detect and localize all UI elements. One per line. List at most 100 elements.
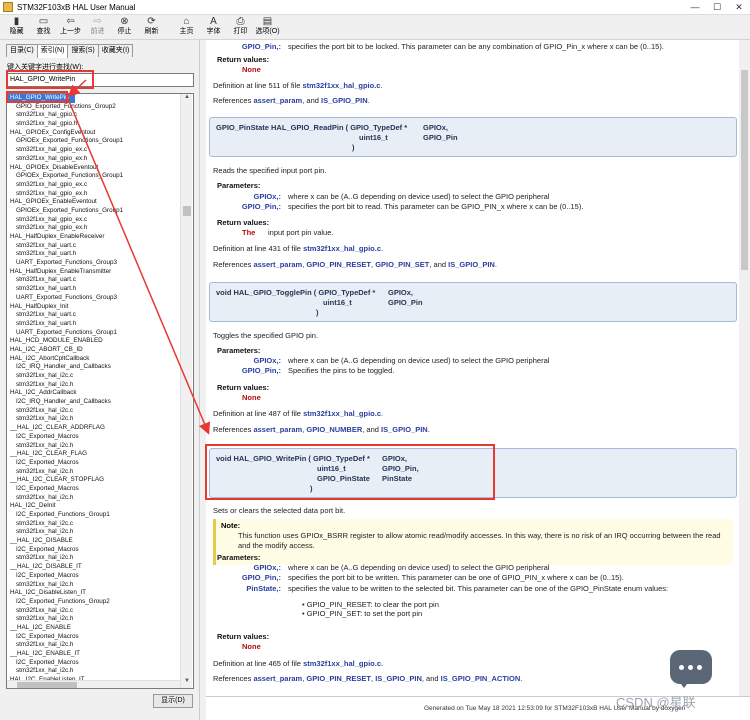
hscroll-thumb[interactable] xyxy=(17,682,77,688)
index-list-item[interactable]: UART_Exported_Functions_Group3 xyxy=(7,294,193,303)
index-list-item[interactable]: UART_Exported_Functions_Group1 xyxy=(7,329,193,338)
index-list-item[interactable]: stm32f1xx_hal_uart.c xyxy=(7,276,193,285)
tab-contents[interactable]: 目录(C) xyxy=(6,44,38,57)
index-list-item[interactable]: stm32f1xx_hal_i2c.h xyxy=(7,494,193,503)
index-list-item[interactable]: stm32f1xx_hal_i2c.h xyxy=(7,581,193,590)
index-list-item[interactable]: I2C_Exported_Macros xyxy=(7,459,193,468)
toolbar-button-1[interactable]: ▭ 查找 xyxy=(30,15,57,40)
content-scroll-thumb[interactable] xyxy=(741,70,748,270)
ref-link[interactable]: GPIO_PIN_RESET xyxy=(306,260,371,269)
tab-favorites[interactable]: 收藏夹(I) xyxy=(97,44,134,57)
index-list-item[interactable]: stm32f1xx_hal_i2c.h xyxy=(7,442,193,451)
index-list-item[interactable]: stm32f1xx_hal_uart.c xyxy=(7,311,193,320)
index-list-item[interactable]: stm32f1xx_hal_gpio.c xyxy=(7,111,193,120)
index-list-item[interactable]: HAL_I2C_DeInit xyxy=(7,502,193,511)
toolbar-button-3[interactable]: ⇨ 前进 xyxy=(84,15,111,40)
toolbar-button-6[interactable]: ⌂ 主页 xyxy=(173,15,200,40)
ref-link[interactable]: assert_param xyxy=(253,674,302,683)
index-list-item[interactable]: __HAL_I2C_DISABLE xyxy=(7,537,193,546)
index-list-item[interactable]: stm32f1xx_hal_i2c.h xyxy=(7,554,193,563)
index-list-item[interactable]: stm32f1xx_hal_i2c.h xyxy=(7,381,193,390)
ref-link[interactable]: assert_param xyxy=(253,96,302,105)
tab-search[interactable]: 搜索(S) xyxy=(67,44,99,57)
index-list-item[interactable]: stm32f1xx_hal_i2c.c xyxy=(7,520,193,529)
index-list-item[interactable]: HAL_I2C_AbortCpltCallback xyxy=(7,355,193,364)
index-list-item[interactable]: I2C_Exported_Macros xyxy=(7,572,193,581)
show-button[interactable]: 显示(D) xyxy=(153,694,193,708)
def-file-link[interactable]: stm32f1xx_hal_gpio.c xyxy=(303,659,381,668)
index-list-item[interactable]: stm32f1xx_hal_i2c.h xyxy=(7,528,193,537)
scroll-thumb[interactable] xyxy=(183,206,191,216)
index-list-item[interactable]: stm32f1xx_hal_gpio_ex.h xyxy=(7,155,193,164)
index-list-item[interactable]: stm32f1xx_hal_gpio_ex.c xyxy=(7,181,193,190)
index-list-item[interactable]: HAL_GPIOEx_EnableEventout xyxy=(7,198,193,207)
index-list-item[interactable]: I2C_Exported_Macros xyxy=(7,633,193,642)
index-list-item[interactable]: GPIOEx_Exported_Functions_Group1 xyxy=(7,137,193,146)
index-list-item[interactable]: __HAL_I2C_CLEAR_FLAG xyxy=(7,450,193,459)
toolbar-button-9[interactable]: ▤ 选项(O) xyxy=(254,15,281,40)
index-list-item[interactable]: I2C_IRQ_Handler_and_Callbacks xyxy=(7,363,193,372)
index-list-item[interactable]: HAL_I2C_AddrCallback xyxy=(7,389,193,398)
index-list-item[interactable]: I2C_Exported_Functions_Group1 xyxy=(7,511,193,520)
index-list-item[interactable]: I2C_Exported_Macros xyxy=(7,659,193,668)
tab-index[interactable]: 索引(N) xyxy=(36,44,69,58)
index-list-item[interactable]: GPIOEx_Exported_Functions_Group1 xyxy=(7,207,193,216)
def-file-link[interactable]: stm32f1xx_hal_gpio.c xyxy=(303,81,381,90)
ref-link[interactable]: IS_GPIO_PIN_ACTION xyxy=(441,674,521,683)
index-list-item[interactable]: HAL_HalfDuplex_EnableReceiver xyxy=(7,233,193,242)
index-list-item[interactable]: __HAL_I2C_ENABLE xyxy=(7,624,193,633)
index-list-item[interactable]: HAL_GPIOEx_ConfigEventout xyxy=(7,129,193,138)
index-list-item[interactable]: I2C_Exported_Macros xyxy=(7,485,193,494)
toolbar-button-7[interactable]: A 字体 xyxy=(200,15,227,40)
index-list-item[interactable]: stm32f1xx_hal_gpio_ex.h xyxy=(7,224,193,233)
index-list-item[interactable]: stm32f1xx_hal_uart.h xyxy=(7,250,193,259)
toolbar-button-5[interactable]: ⟳ 刷新 xyxy=(138,15,165,40)
content-vertical-scrollbar[interactable] xyxy=(739,40,750,696)
index-list-item[interactable]: stm32f1xx_hal_i2c.h xyxy=(7,667,193,676)
ref-link[interactable]: IS_GPIO_PIN xyxy=(375,674,422,683)
index-list-item[interactable]: GPIOEx_Exported_Functions_Group1 xyxy=(7,172,193,181)
ref-link[interactable]: assert_param xyxy=(253,425,302,434)
index-list-item[interactable]: stm32f1xx_hal_uart.c xyxy=(7,242,193,251)
ref-link[interactable]: assert_param xyxy=(253,260,302,269)
scroll-down-icon[interactable]: ▼ xyxy=(181,678,193,688)
toolbar-button-0[interactable]: ▮ 隐藏 xyxy=(3,15,30,40)
index-list-item[interactable]: I2C_Exported_Functions_Group2 xyxy=(7,598,193,607)
index-list-item[interactable]: stm32f1xx_hal_uart.h xyxy=(7,285,193,294)
index-list-item[interactable]: stm32f1xx_hal_gpio.h xyxy=(7,120,193,129)
index-list-item[interactable]: HAL_HalfDuplex_EnableTransmitter xyxy=(7,268,193,277)
scroll-up-icon[interactable]: ▲ xyxy=(181,94,193,104)
index-list-item[interactable]: HAL_GPIOEx_DisableEventout xyxy=(7,164,193,173)
def-file-link[interactable]: stm32f1xx_hal_gpio.c xyxy=(303,409,381,418)
maximize-icon[interactable]: ☐ xyxy=(706,0,728,15)
toolbar-button-4[interactable]: ⊗ 停止 xyxy=(111,15,138,40)
index-list[interactable]: HAL_GPIO_WritePin GPIO_Exported_Functions… xyxy=(6,93,194,689)
index-list-item[interactable]: stm32f1xx_hal_i2c.h xyxy=(7,641,193,650)
index-list-item[interactable]: stm32f1xx_hal_i2c.c xyxy=(7,407,193,416)
ref-link[interactable]: GPIO_NUMBER xyxy=(306,425,362,434)
index-list-item[interactable]: HAL_HCD_MODULE_ENABLED xyxy=(7,337,193,346)
index-list-item[interactable]: UART_Exported_Functions_Group3 xyxy=(7,259,193,268)
index-list-item[interactable]: GPIO_Exported_Functions_Group2 xyxy=(7,103,193,112)
toolbar-button-2[interactable]: ⇦ 上一步 xyxy=(57,15,84,40)
index-list-item[interactable]: stm32f1xx_hal_i2c.c xyxy=(7,372,193,381)
index-list-item[interactable]: stm32f1xx_hal_i2c.c xyxy=(7,607,193,616)
index-list-item[interactable]: HAL_I2C_DisableListen_IT xyxy=(7,589,193,598)
ref-link[interactable]: GPIO_PIN_RESET xyxy=(306,674,371,683)
ref-link[interactable]: IS_GPIO_PIN xyxy=(321,96,368,105)
index-list-item[interactable]: __HAL_I2C_CLEAR_STOPFLAG xyxy=(7,476,193,485)
index-list-item[interactable]: stm32f1xx_hal_gpio_ex.c xyxy=(7,146,193,155)
ref-link[interactable]: IS_GPIO_PIN xyxy=(448,260,495,269)
close-icon[interactable]: ✕ xyxy=(728,0,750,15)
index-list-item[interactable]: stm32f1xx_hal_i2c.h xyxy=(7,615,193,624)
index-list-item[interactable]: I2C_Exported_Macros xyxy=(7,433,193,442)
index-list-item[interactable]: I2C_Exported_Macros xyxy=(7,546,193,555)
index-list-item[interactable]: stm32f1xx_hal_gpio_ex.c xyxy=(7,216,193,225)
minimize-icon[interactable]: — xyxy=(684,0,706,15)
index-list-item[interactable]: HAL_I2C_ABORT_CB_ID xyxy=(7,346,193,355)
index-list-item[interactable]: __HAL_I2C_CLEAR_ADDRFLAG xyxy=(7,424,193,433)
index-list-item[interactable]: stm32f1xx_hal_i2c.h xyxy=(7,415,193,424)
def-file-link[interactable]: stm32f1xx_hal_gpio.c xyxy=(303,244,381,253)
index-search-input[interactable]: HAL_GPIO_WritePin xyxy=(6,73,194,87)
toolbar-button-8[interactable]: ⎙ 打印 xyxy=(227,15,254,40)
